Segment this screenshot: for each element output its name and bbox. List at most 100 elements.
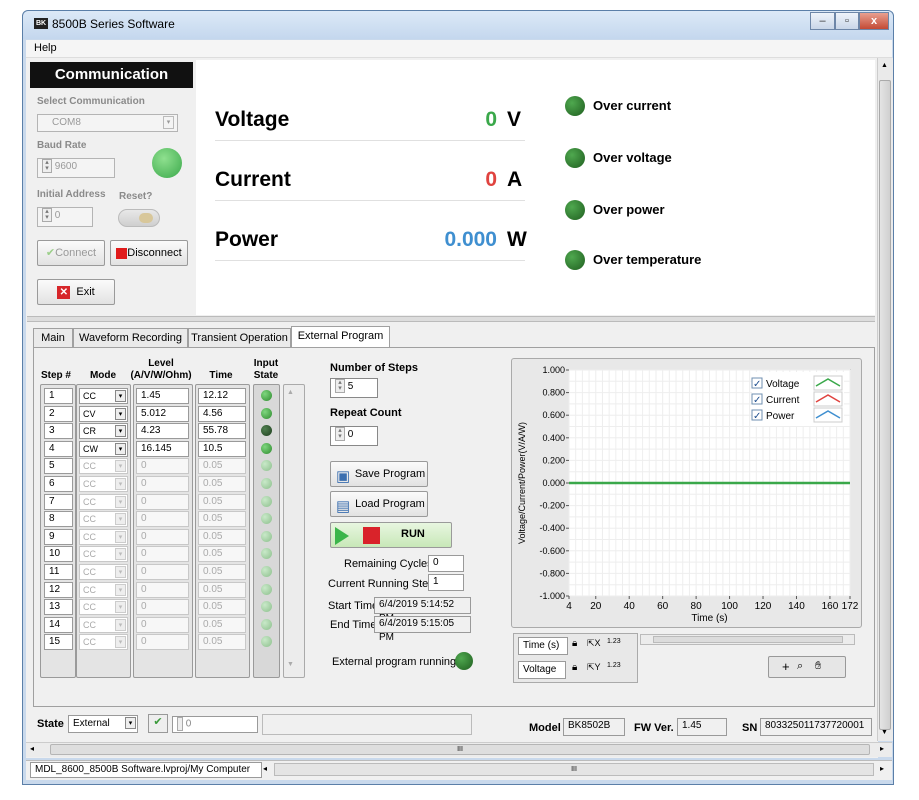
steps-spinner-icon[interactable]: ▴ ▾ [335, 379, 345, 394]
chevron-down-icon[interactable]: ▾ [115, 530, 126, 543]
tab-main[interactable]: Main [33, 328, 73, 348]
state-select[interactable]: External ▾ [68, 715, 138, 733]
scroll-left-icon[interactable]: ◂ [30, 744, 34, 753]
horizontal-scroll-thumb[interactable]: III [50, 744, 870, 755]
connect-button[interactable]: ✔Connect [37, 240, 105, 266]
mode-select[interactable]: CC ▾ [79, 546, 128, 563]
x-format-icon[interactable]: 1.23 [607, 638, 621, 645]
reset-toggle[interactable] [118, 209, 160, 227]
level-input[interactable]: 0 [136, 511, 189, 528]
chart-scroll-thumb[interactable] [653, 636, 843, 643]
repeat-spinner-icon[interactable]: ▴ ▾ [335, 427, 345, 442]
chevron-down-icon[interactable]: ▾ [115, 601, 126, 614]
mode-select[interactable]: CC ▾ [79, 528, 128, 545]
repeat-count-input[interactable]: ▴ ▾ 0 [330, 426, 378, 446]
exit-button[interactable]: ✕ Exit [37, 279, 115, 305]
chevron-down-icon[interactable]: ▾ [125, 717, 136, 729]
pane-splitter[interactable] [27, 316, 875, 322]
chevron-down-icon[interactable]: ▾ [115, 460, 126, 473]
scroll-left-icon[interactable]: ◂ [263, 764, 267, 773]
disconnect-button[interactable]: Disconnect [110, 240, 188, 266]
tab-external-program[interactable]: External Program [291, 326, 390, 348]
mode-select[interactable]: CC ▾ [79, 388, 128, 404]
scroll-up-icon[interactable]: ▲ [287, 389, 294, 396]
level-input[interactable]: 0 [136, 546, 189, 563]
y-format-icon[interactable]: 1.23 [607, 662, 621, 669]
time-input[interactable]: 0.05 [198, 528, 246, 545]
scroll-down-icon[interactable]: ▼ [287, 661, 294, 668]
time-input[interactable]: 0.05 [198, 581, 246, 598]
level-input[interactable]: 0 [136, 581, 189, 598]
chevron-down-icon[interactable]: ▾ [115, 583, 126, 596]
mode-select[interactable]: CC ▾ [79, 564, 128, 580]
waveform-chart[interactable]: 1.000 0.800 0.600 0.400 0.200 0.000 -0.200 -0.4… [511, 358, 862, 628]
mode-select[interactable]: CC ▾ [79, 581, 128, 598]
level-input[interactable]: 0 [136, 476, 189, 492]
level-input[interactable]: 0 [136, 634, 189, 651]
time-input[interactable]: 0.05 [198, 511, 246, 528]
level-input[interactable]: 0 [136, 528, 189, 545]
run-button[interactable]: RUN [330, 522, 452, 548]
maximize-button[interactable]: ▫ [835, 12, 859, 30]
mode-select[interactable]: CC ▾ [79, 616, 128, 633]
baud-rate-input[interactable]: ▴ ▾ 9600 [37, 158, 115, 178]
chevron-down-icon[interactable]: ▾ [115, 618, 126, 631]
chevron-down-icon[interactable]: ▾ [115, 566, 126, 578]
port-select[interactable]: COM8 ▾ [37, 114, 178, 132]
mode-select[interactable]: CR ▾ [79, 423, 128, 440]
mode-select[interactable]: CC ▾ [79, 599, 128, 616]
mode-select[interactable]: CW ▾ [79, 440, 128, 457]
scroll-right-icon[interactable]: ▸ [880, 764, 884, 773]
level-input[interactable]: 0 [136, 458, 189, 475]
chevron-down-icon[interactable]: ▾ [163, 116, 174, 129]
load-program-button[interactable]: ▤ Load Program [330, 491, 428, 517]
number-of-steps-input[interactable]: ▴ ▾ 5 [330, 378, 378, 398]
mode-select[interactable]: CC ▾ [79, 511, 128, 528]
level-input[interactable]: 1.45 [136, 388, 189, 404]
time-input[interactable]: 0.05 [198, 634, 246, 651]
time-input[interactable]: 0.05 [198, 493, 246, 510]
chevron-down-icon[interactable]: ▾ [115, 407, 126, 420]
chevron-down-icon[interactable]: ▾ [115, 442, 126, 455]
time-input[interactable]: 4.56 [198, 405, 246, 422]
time-input[interactable]: 0.05 [198, 458, 246, 475]
level-input[interactable]: 4.23 [136, 423, 189, 440]
mode-select[interactable]: CC ▾ [79, 476, 128, 492]
scroll-right-icon[interactable]: ▸ [880, 744, 884, 753]
level-input[interactable]: 0 [136, 564, 189, 580]
menu-help[interactable]: Help [34, 42, 57, 54]
voltage-scale-label[interactable]: Voltage [518, 661, 566, 679]
project-scroll-thumb[interactable]: III [274, 763, 874, 776]
zoom-icon[interactable]: ⌕ [797, 660, 803, 673]
chevron-down-icon[interactable]: ▾ [115, 495, 126, 508]
lock-icon[interactable]: 🔒︎ [572, 638, 577, 649]
level-input[interactable]: 16.145 [136, 440, 189, 457]
mode-select[interactable]: CC ▾ [79, 634, 128, 651]
check-icon[interactable]: ✔ [148, 714, 168, 733]
time-input[interactable]: 12.12 [198, 388, 246, 404]
time-input[interactable]: 10.5 [198, 440, 246, 457]
pan-hand-icon[interactable]: ✋︎ [815, 660, 821, 673]
mode-select[interactable]: CC ▾ [79, 458, 128, 475]
chevron-down-icon[interactable]: ▾ [115, 548, 126, 561]
chevron-down-icon[interactable]: ▾ [115, 425, 126, 438]
lock-icon[interactable]: 🔒︎ [572, 662, 577, 673]
tab-waveform-recording[interactable]: Waveform Recording [73, 328, 188, 348]
level-input[interactable]: 0 [136, 616, 189, 633]
time-input[interactable]: 0.05 [198, 564, 246, 580]
mode-select[interactable]: CC ▾ [79, 493, 128, 510]
mode-select[interactable]: CV ▾ [79, 405, 128, 422]
chevron-down-icon[interactable]: ▾ [115, 478, 126, 490]
baud-spinner-icon[interactable]: ▴ ▾ [42, 159, 52, 174]
time-scale-label[interactable]: Time (s) [518, 637, 568, 655]
initial-address-input[interactable]: ▴ ▾ 0 [37, 207, 93, 227]
chart-scrollbar[interactable] [640, 634, 855, 645]
save-program-button[interactable]: ▣ Save Program [330, 461, 428, 487]
minimize-button[interactable]: – [810, 12, 835, 30]
level-input[interactable]: 0 [136, 599, 189, 616]
time-input[interactable]: 0.05 [198, 616, 246, 633]
close-button[interactable]: x [859, 12, 889, 30]
vertical-scroll-thumb[interactable] [879, 80, 891, 730]
chevron-down-icon[interactable]: ▾ [115, 636, 126, 649]
autoscale-x-icon[interactable]: ⇱X [587, 638, 601, 649]
